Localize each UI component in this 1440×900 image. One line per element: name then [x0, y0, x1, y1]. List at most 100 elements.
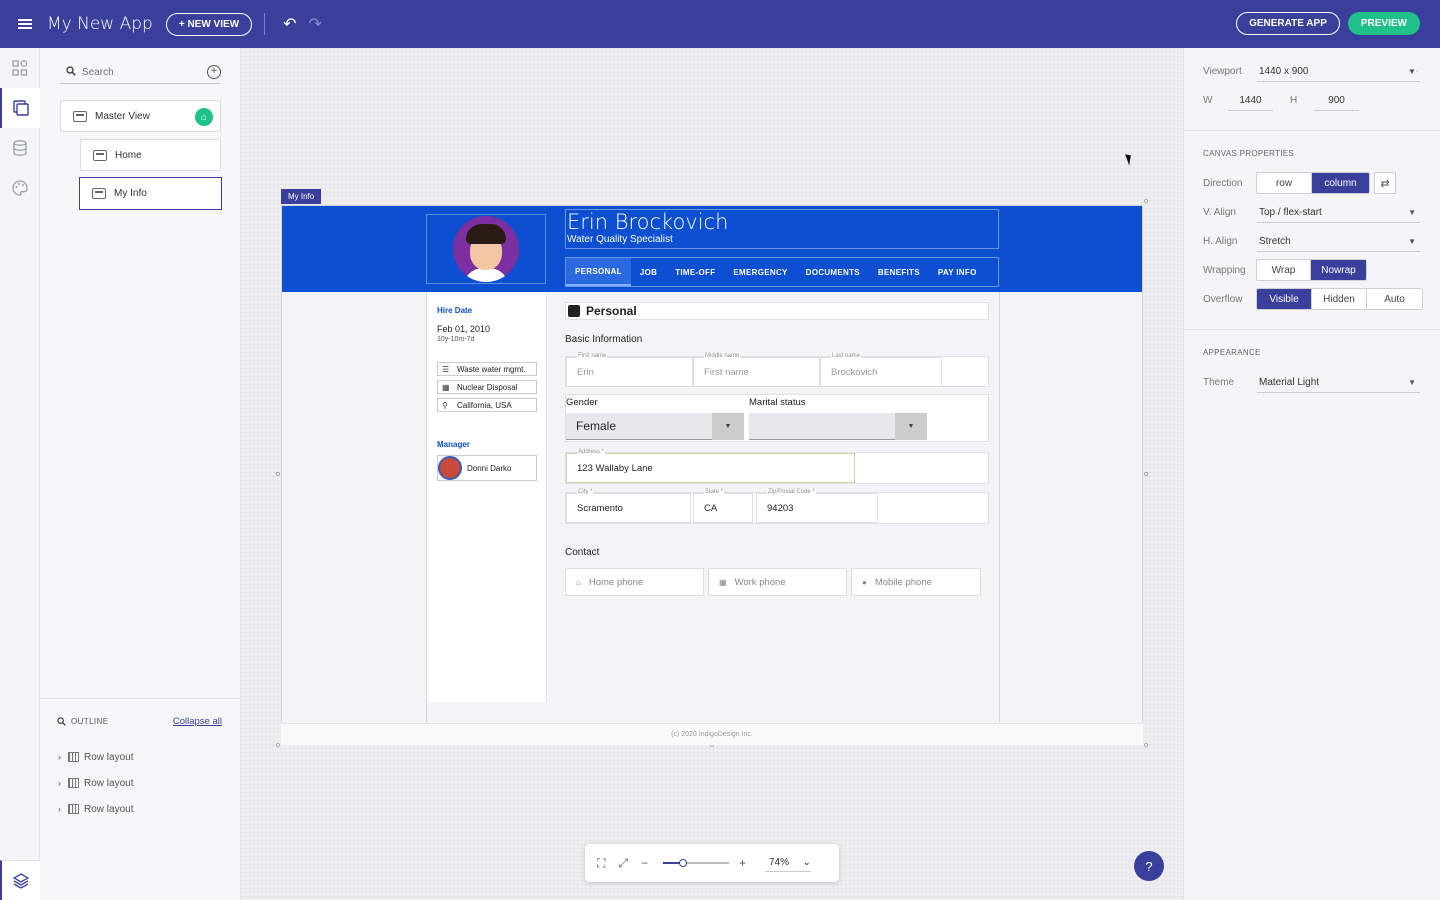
hire-date-value: Feb 01, 2010 — [437, 324, 490, 334]
tab-personal[interactable]: PERSONAL — [566, 258, 631, 286]
outline-item[interactable]: › Row layout — [58, 774, 133, 792]
first-name-field[interactable]: First name Erin — [566, 357, 693, 387]
location-chip[interactable]: ⚲ California, USA — [437, 398, 537, 412]
zoom-in-icon[interactable]: + — [739, 856, 746, 870]
search-icon — [66, 66, 76, 79]
views-icon[interactable] — [0, 88, 40, 128]
gender-select[interactable]: Female ▼ — [566, 413, 744, 440]
view-frame[interactable]: Erin Brockovich Water Quality Specialist… — [281, 205, 1143, 745]
chevron-down-icon[interactable]: ▼ — [712, 413, 744, 440]
add-icon[interactable]: + — [207, 65, 221, 79]
department-chip[interactable]: ☰ Waste water mgmt. — [437, 362, 537, 376]
division-chip[interactable]: ▦ Nuclear Disposal — [437, 380, 537, 394]
outline-header: OUTLINE Collapse all — [57, 716, 222, 727]
row-layout-icon — [68, 752, 79, 762]
halign-select[interactable]: Stretch ▼ — [1257, 232, 1420, 252]
outline-item[interactable]: › Row layout — [58, 748, 133, 766]
view-name-tag[interactable]: My Info — [281, 189, 321, 204]
resize-handle[interactable] — [1144, 743, 1148, 747]
city-field[interactable]: City * Scramento — [566, 493, 691, 523]
mobile-phone-field[interactable]: ● Mobile phone — [851, 568, 981, 596]
profile-tabs: PERSONAL JOB TIME-OFF EMERGENCY DOCUMENT… — [565, 257, 999, 287]
view-item-label: Master View — [95, 111, 150, 122]
undo-icon[interactable]: ↶ — [283, 14, 296, 34]
height-input[interactable]: 900 — [1314, 91, 1359, 111]
marital-select[interactable]: ▼ — [749, 413, 927, 440]
zoom-slider-handle[interactable] — [679, 859, 687, 867]
preview-button[interactable]: PREVIEW — [1348, 12, 1420, 35]
hamburger-icon[interactable] — [18, 18, 34, 30]
last-name-field[interactable]: Last name Brockovich — [820, 357, 942, 387]
tab-benefits[interactable]: BENEFITS — [869, 258, 929, 286]
fit-screen-icon[interactable]: ⛶ — [597, 856, 605, 871]
width-input[interactable]: 1440 — [1228, 91, 1273, 111]
view-item-home[interactable]: Home — [80, 139, 221, 171]
view-item-my-info[interactable]: My Info — [79, 177, 222, 210]
theme-select[interactable]: Material Light ▼ — [1257, 373, 1420, 393]
home-icon: ⌂ — [576, 578, 581, 587]
overflow-auto-option[interactable]: Auto — [1367, 289, 1422, 309]
valign-select[interactable]: Top / flex-start ▼ — [1257, 203, 1420, 223]
resize-handle[interactable] — [1144, 199, 1148, 203]
more-icon[interactable]: ··· — [1408, 65, 1419, 77]
avatar-container[interactable] — [426, 214, 546, 284]
wrap-option[interactable]: Wrap — [1257, 260, 1311, 280]
panel-divider — [1184, 130, 1440, 131]
question-icon[interactable]: ? — [1134, 851, 1164, 881]
tab-pay-info[interactable]: PAY INFO — [929, 258, 986, 286]
layers-icon[interactable] — [0, 860, 40, 900]
nowrap-option[interactable]: Nowrap — [1311, 260, 1366, 280]
row-layout-icon — [68, 778, 79, 788]
direction-column-option[interactable]: column — [1312, 173, 1369, 193]
footer: (c) 2020 IndigoDesign Inc. — [281, 723, 1143, 745]
chevron-right-icon[interactable]: › — [58, 778, 61, 788]
tab-documents[interactable]: DOCUMENTS — [797, 258, 869, 286]
data-icon[interactable] — [0, 128, 40, 168]
zoom-level-select[interactable]: 74% ⌄ — [765, 855, 811, 872]
manager-chip[interactable]: Donni Darko — [437, 455, 537, 481]
marital-label: Marital status — [749, 397, 806, 408]
swap-icon[interactable]: ⇄ — [1374, 172, 1396, 194]
overflow-visible-option[interactable]: Visible — [1257, 289, 1312, 309]
generate-app-button[interactable]: GENERATE APP — [1236, 12, 1340, 35]
zoom-slider[interactable] — [663, 862, 729, 864]
collapse-all-link[interactable]: Collapse all — [173, 716, 222, 727]
tab-job[interactable]: JOB — [631, 258, 666, 286]
app-title[interactable]: My New App — [47, 14, 153, 34]
address-field[interactable]: Address * 123 Wallaby Lane — [566, 453, 855, 483]
redo-icon[interactable]: ↷ — [309, 14, 322, 34]
chevron-right-icon[interactable]: › — [58, 752, 61, 762]
avatar — [453, 216, 519, 282]
tab-emergency[interactable]: EMERGENCY — [724, 258, 796, 286]
new-view-button[interactable]: + NEW VIEW — [166, 13, 252, 36]
home-phone-field[interactable]: ⌂ Home phone — [565, 568, 704, 596]
direction-row-option[interactable]: row — [1257, 173, 1312, 193]
search-input[interactable] — [82, 67, 202, 78]
tab-time-off[interactable]: TIME-OFF — [666, 258, 724, 286]
theme-icon[interactable] — [0, 168, 40, 208]
section-title: Personal — [565, 302, 989, 320]
name-container[interactable]: Erin Brockovich Water Quality Specialist — [565, 209, 999, 249]
view-item-master[interactable]: Master View ⌂ — [60, 100, 221, 132]
valign-label: V. Align — [1203, 207, 1236, 218]
design-canvas[interactable]: My Info Erin Brockovich Water Quality Sp… — [241, 48, 1183, 900]
wrapping-toggle: Wrap Nowrap — [1256, 259, 1367, 281]
chevron-right-icon[interactable]: › — [58, 804, 61, 814]
overflow-hidden-option[interactable]: Hidden — [1312, 289, 1367, 309]
address-row: Address * 123 Wallaby Lane — [565, 452, 989, 484]
zip-field[interactable]: Zip/Postal Code * 94203 — [756, 493, 878, 523]
expand-icon[interactable]: ⤢ — [618, 856, 628, 871]
resize-handle[interactable] — [276, 472, 280, 476]
resize-handle[interactable] — [1144, 472, 1148, 476]
outline-item[interactable]: › Row layout — [58, 800, 133, 818]
content-container: Hire Date Feb 01, 2010 10y-10m-7d ☰ Wast… — [426, 292, 1000, 722]
row-layout-icon — [68, 804, 79, 814]
state-field[interactable]: State * CA — [693, 493, 753, 523]
chevron-down-icon[interactable]: ▼ — [895, 413, 927, 440]
middle-name-field[interactable]: Middle name First name — [693, 357, 820, 387]
work-phone-field[interactable]: ▦ Work phone — [708, 568, 847, 596]
resize-handle[interactable] — [276, 743, 280, 747]
zoom-out-icon[interactable]: − — [641, 856, 648, 870]
viewport-select[interactable]: 1440 x 900 ▼ — [1257, 62, 1420, 82]
components-icon[interactable] — [0, 48, 40, 88]
